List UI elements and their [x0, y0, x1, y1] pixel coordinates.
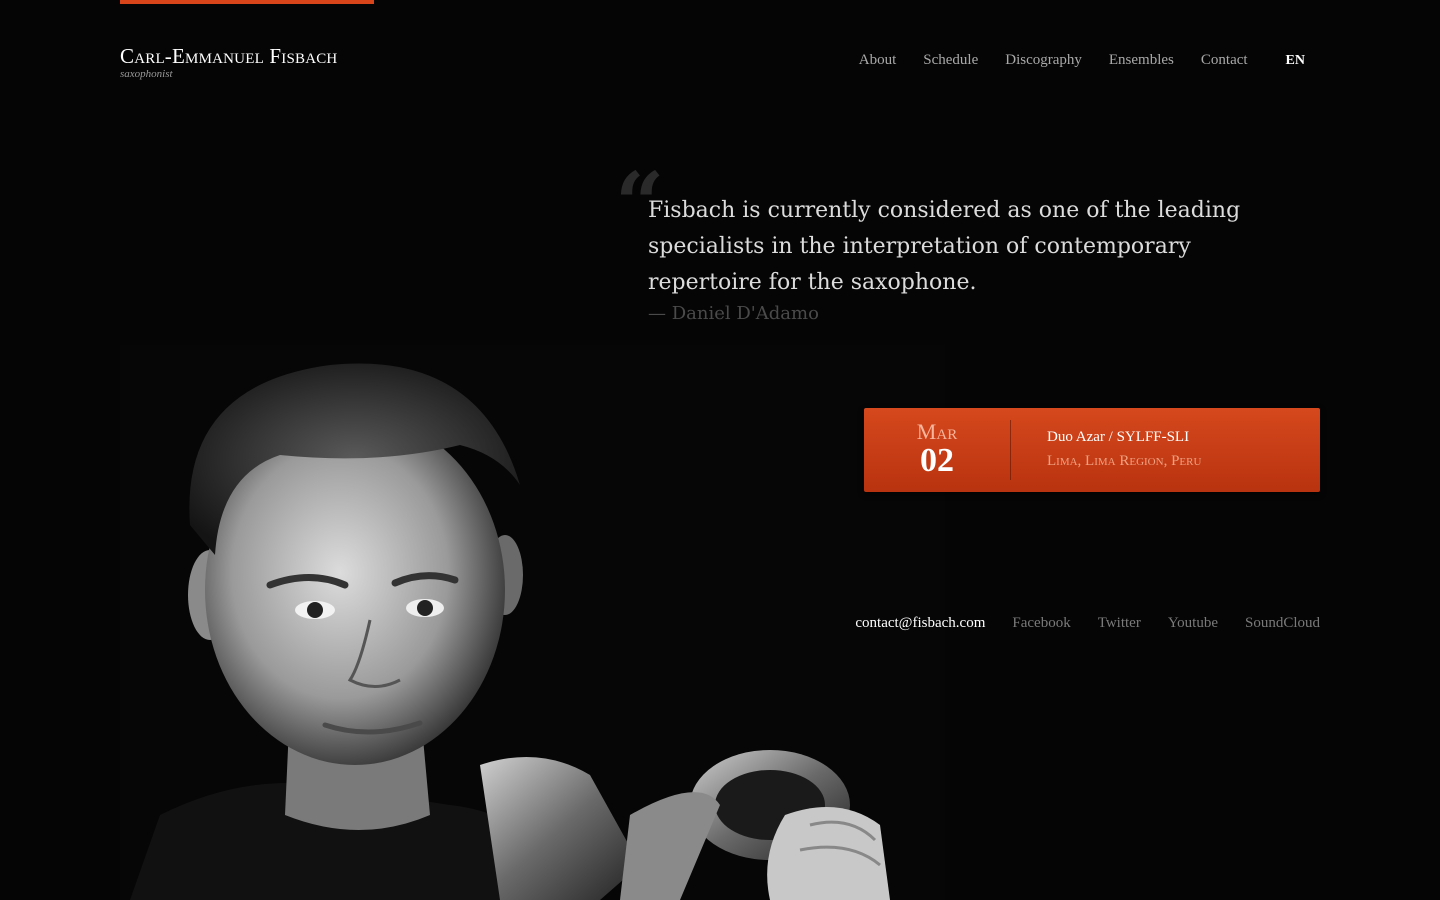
event-date: Mar 02 — [864, 420, 1011, 480]
soundcloud-link[interactable]: SoundCloud — [1245, 615, 1320, 632]
top-accent-bar — [120, 0, 374, 4]
site-subtitle: saxophonist — [120, 68, 173, 80]
event-title[interactable]: Duo Azar / SYLFF-SLI — [1047, 426, 1201, 448]
nav-schedule[interactable]: Schedule — [923, 52, 978, 69]
youtube-link[interactable]: Youtube — [1168, 615, 1218, 632]
event-info: Duo Azar / SYLFF-SLI Lima, Lima Region, … — [1011, 426, 1201, 474]
artist-portrait — [120, 345, 945, 900]
nav-ensembles[interactable]: Ensembles — [1109, 52, 1174, 69]
language-switcher[interactable]: EN — [1286, 53, 1305, 69]
nav-discography[interactable]: Discography — [1005, 52, 1082, 69]
site-title[interactable]: Carl-Emmanuel Fisbach — [120, 44, 337, 68]
nav-contact[interactable]: Contact — [1201, 52, 1248, 69]
twitter-link[interactable]: Twitter — [1098, 615, 1141, 632]
email-link[interactable]: contact@fisbach.com — [855, 615, 985, 632]
event-day: 02 — [920, 442, 954, 479]
nav-about[interactable]: About — [859, 52, 897, 69]
main-nav: About Schedule Discography Ensembles Con… — [832, 52, 1305, 69]
upcoming-event-card[interactable]: Mar 02 Duo Azar / SYLFF-SLI Lima, Lima R… — [864, 408, 1320, 492]
quote-author: — Daniel D'Adamo — [648, 303, 819, 324]
facebook-link[interactable]: Facebook — [1012, 615, 1070, 632]
event-location: Lima, Lima Region, Peru — [1047, 453, 1202, 469]
quote-text: Fisbach is currently considered as one o… — [648, 198, 1241, 295]
event-month: Mar — [916, 419, 958, 444]
site-brand[interactable]: Carl-Emmanuel Fisbach saxophonist — [120, 44, 337, 80]
featured-quote: “ Fisbach is currently considered as one… — [615, 162, 1315, 325]
contact-links: contact@fisbach.com Facebook Twitter You… — [855, 615, 1320, 632]
